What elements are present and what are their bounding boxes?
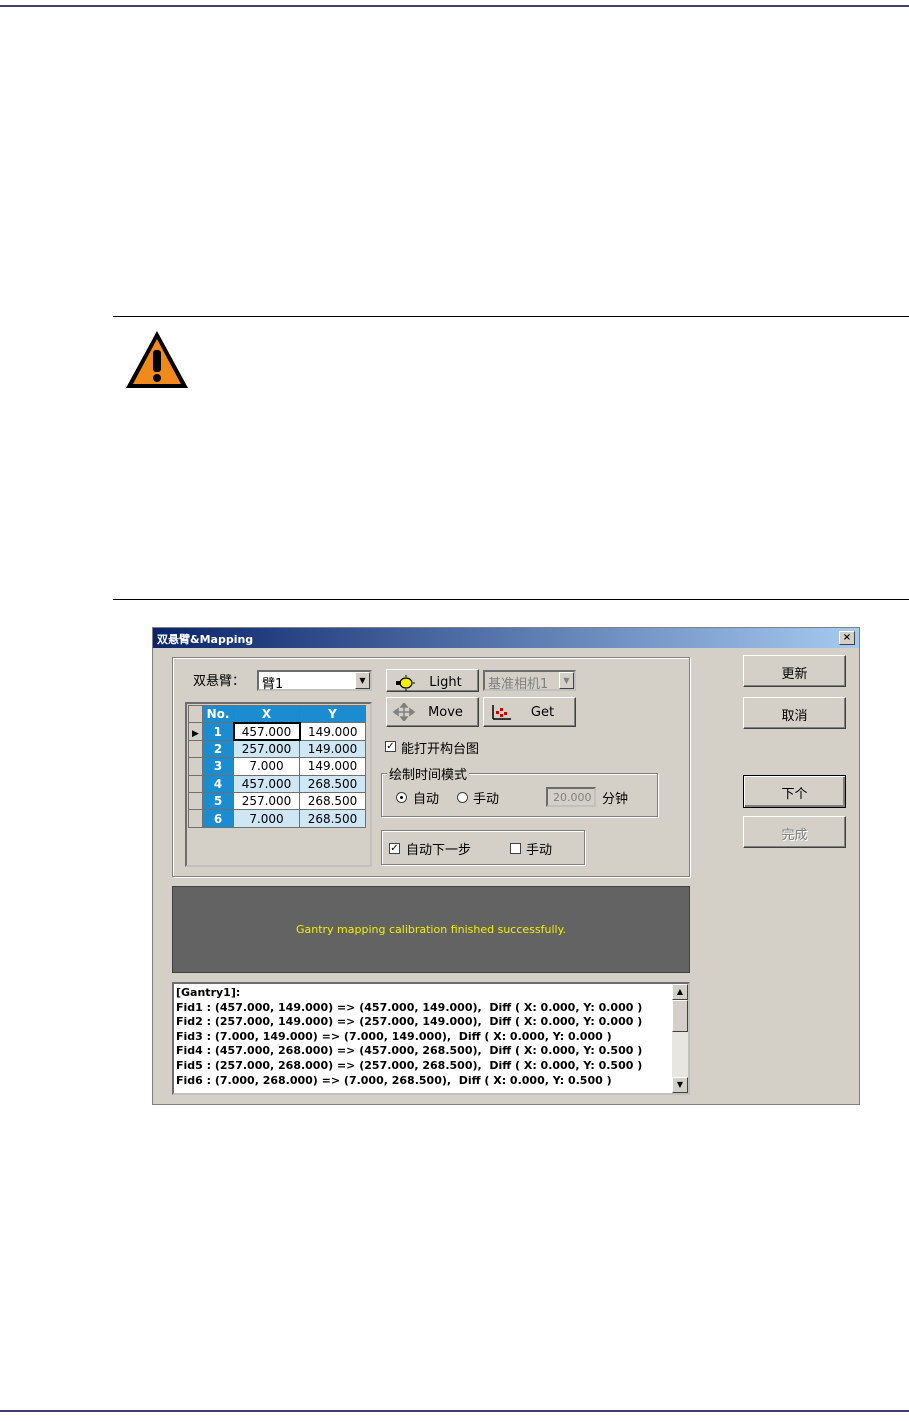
- fiducial-grid: No. X Y ▶ 1 457.000 149.000 2 257.000 14…: [188, 704, 366, 828]
- cell-x[interactable]: 457.000: [232, 721, 301, 742]
- table-row[interactable]: 3 7.000 149.000: [188, 757, 366, 776]
- close-icon[interactable]: ×: [839, 631, 855, 645]
- page-top-rule: [0, 5, 909, 7]
- row-indicator: [188, 809, 203, 828]
- auto-next-label: 自动下一步: [406, 843, 472, 858]
- scroll-down-icon[interactable]: ▼: [672, 1077, 688, 1093]
- log-scrollbar[interactable]: ▲ ▼: [672, 984, 688, 1093]
- dialog-title: 双悬臂&Mapping: [157, 633, 254, 646]
- table-row[interactable]: 5 257.000 268.500: [188, 791, 366, 811]
- log-line: [Gantry1]:: [176, 986, 241, 999]
- auto-radio-label: 自动: [413, 792, 440, 807]
- warning-bottom-rule: [113, 599, 909, 600]
- table-header-row: No. X Y: [188, 704, 366, 724]
- fiducial-table[interactable]: No. X Y ▶ 1 457.000 149.000 2 257.000 14…: [185, 702, 372, 867]
- scroll-up-icon[interactable]: ▲: [672, 984, 688, 1000]
- manual-radio-label: 手动: [473, 792, 500, 807]
- col-header-x: X: [233, 704, 300, 724]
- col-header-no: No.: [202, 704, 234, 724]
- manual-step-label: 手动: [526, 843, 553, 858]
- next-button-label: 下个: [781, 787, 808, 802]
- log-line: Fid4 : (457.000, 268.000) => (457.000, 2…: [176, 1044, 643, 1058]
- log-line: Fid2 : (257.000, 149.000) => (257.000, 1…: [176, 1015, 643, 1029]
- cell-x[interactable]: 257.000: [233, 739, 300, 759]
- row-number: 1: [202, 722, 234, 741]
- row-indicator-header: [188, 704, 203, 724]
- light-button[interactable]: Light: [386, 669, 479, 692]
- row-number: 4: [202, 774, 234, 793]
- status-panel: Gantry mapping calibration finished succ…: [172, 886, 690, 973]
- cell-y[interactable]: 268.500: [299, 774, 366, 793]
- row-number: 6: [202, 809, 234, 828]
- get-button-label: Get: [530, 705, 555, 720]
- cell-x[interactable]: 7.000: [233, 757, 300, 776]
- row-number: 3: [202, 757, 234, 776]
- manual-radio[interactable]: [457, 792, 468, 803]
- finish-button[interactable]: 完成: [743, 816, 846, 848]
- current-row-arrow-icon: ▶: [188, 722, 203, 741]
- row-number: 2: [202, 739, 234, 759]
- row-indicator: [188, 791, 203, 811]
- light-button-label: Light: [429, 675, 462, 690]
- status-message: Gantry mapping calibration finished succ…: [295, 923, 567, 936]
- title-bar: 双悬臂&Mapping ×: [153, 628, 859, 648]
- cell-x[interactable]: 257.000: [233, 791, 300, 811]
- draw-mode-group-label: 绘制时间模式: [387, 764, 470, 783]
- log-output[interactable]: [Gantry1]: Fid1 : (457.000, 149.000) => (…: [172, 982, 690, 1095]
- auto-radio[interactable]: [396, 792, 407, 803]
- gantry-select-value: 臂1: [262, 677, 284, 692]
- row-indicator: [188, 739, 203, 759]
- get-button[interactable]: Get: [483, 697, 576, 727]
- log-lines: [Gantry1]: Fid1 : (457.000, 149.000) => (…: [176, 986, 642, 1088]
- log-line: Fid6 : (7.000, 268.000) => (7.000, 268.5…: [176, 1073, 612, 1087]
- warning-top-rule: [113, 316, 909, 317]
- table-row[interactable]: 4 457.000 268.500: [188, 774, 366, 793]
- row-indicator: [188, 757, 203, 776]
- page-bottom-rule: [0, 1410, 909, 1412]
- col-header-y: Y: [299, 704, 366, 724]
- camera-select[interactable]: 基准相机1 ▼: [483, 670, 576, 692]
- table-row[interactable]: 6 7.000 268.500: [188, 809, 366, 828]
- table-row[interactable]: ▶ 1 457.000 149.000: [188, 721, 366, 742]
- gantry-label: 双悬臂：: [193, 674, 246, 689]
- row-indicator: [188, 774, 203, 793]
- next-button[interactable]: 下个: [743, 775, 846, 808]
- log-line: Fid3 : (7.000, 149.000) => (7.000, 149.0…: [176, 1029, 612, 1043]
- manual-step-checkbox[interactable]: [510, 843, 521, 854]
- move-arrows-icon: [393, 703, 415, 721]
- cell-y[interactable]: 149.000: [299, 739, 366, 759]
- row-number: 5: [202, 791, 234, 811]
- minutes-field-value: 20.000: [553, 791, 592, 804]
- move-button-label: Move: [428, 705, 463, 720]
- cancel-button[interactable]: 取消: [743, 697, 846, 729]
- cell-y[interactable]: 268.500: [299, 791, 366, 811]
- log-line: Fid5 : (257.000, 268.000) => (257.000, 2…: [176, 1058, 643, 1072]
- cell-x[interactable]: 7.000: [233, 809, 300, 828]
- move-button[interactable]: Move: [386, 697, 479, 727]
- scroll-thumb[interactable]: [672, 1000, 688, 1032]
- light-bulb-icon: [396, 675, 415, 691]
- minutes-field[interactable]: 20.000: [546, 787, 596, 807]
- table-row[interactable]: 2 257.000 149.000: [188, 739, 366, 759]
- camera-select-value: 基准相机1: [488, 677, 549, 692]
- update-button-label: 更新: [781, 667, 808, 682]
- gantry-select[interactable]: 臂1 ▼: [257, 670, 372, 692]
- warning-icon: [126, 331, 188, 388]
- chevron-down-icon[interactable]: ▼: [559, 672, 574, 689]
- cell-y[interactable]: 149.000: [299, 722, 366, 741]
- open-map-label: 能打开构台图: [401, 742, 480, 757]
- auto-next-checkbox[interactable]: ✓: [389, 843, 400, 854]
- cell-y[interactable]: 268.500: [299, 809, 366, 828]
- log-line: Fid1 : (457.000, 149.000) => (457.000, 1…: [176, 1000, 643, 1014]
- update-button[interactable]: 更新: [743, 655, 846, 687]
- chevron-down-icon[interactable]: ▼: [355, 672, 370, 689]
- cell-x[interactable]: 457.000: [233, 774, 300, 793]
- open-map-checkbox[interactable]: ✓: [385, 741, 396, 752]
- cancel-button-label: 取消: [781, 709, 808, 724]
- minutes-unit-label: 分钟: [602, 792, 629, 807]
- get-position-icon: [492, 705, 511, 720]
- cell-y[interactable]: 149.000: [299, 757, 366, 776]
- finish-button-label: 完成: [781, 828, 808, 843]
